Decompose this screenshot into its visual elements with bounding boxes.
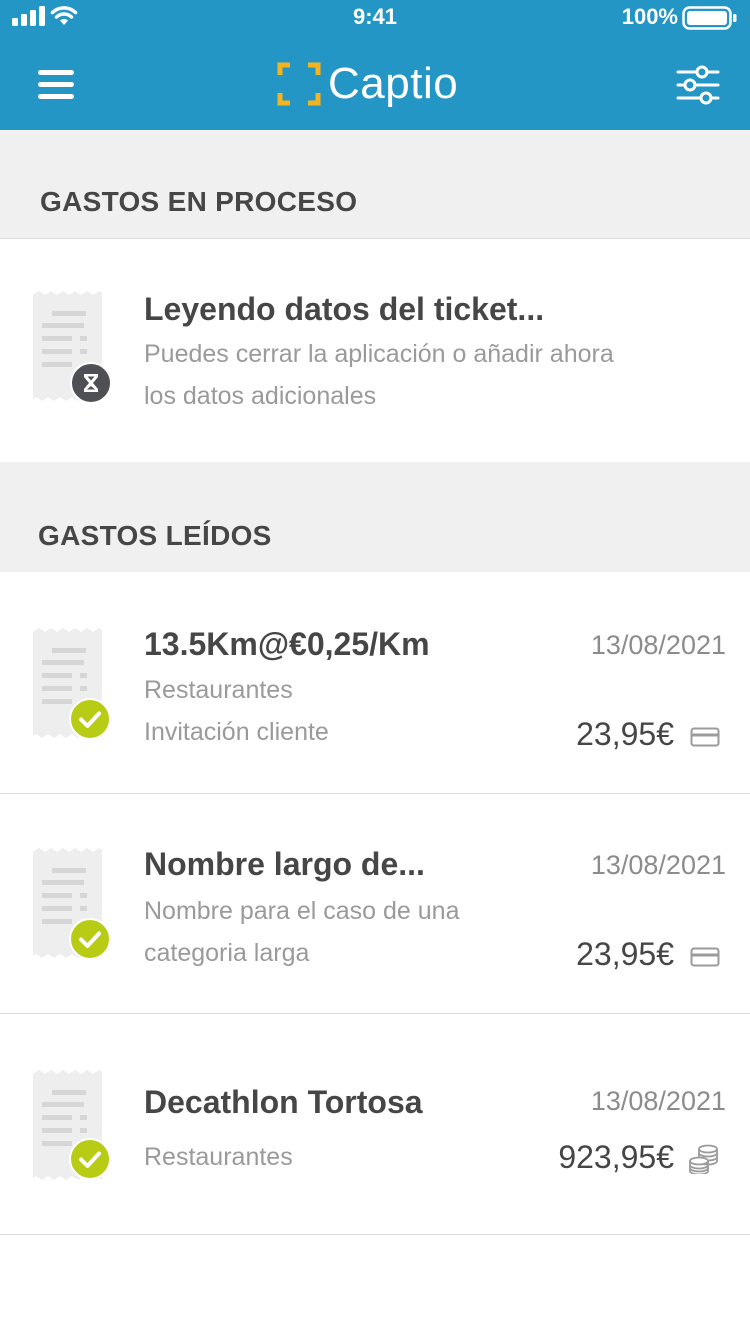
captio-logo-icon [277, 62, 321, 106]
item-description-line1: Puedes cerrar la aplicación o añadir aho… [144, 340, 614, 368]
expense-row[interactable]: 13.5Km@€0,25/Km Restaurantes Invitación … [0, 572, 750, 794]
item-date: 13/08/2021 [590, 630, 726, 660]
item-title: 13.5Km@€0,25/Km [144, 626, 430, 662]
item-category: Restaurantes [144, 676, 293, 704]
app-header: 9:41 100% Captio [0, 0, 750, 130]
app-name: Captio [328, 59, 459, 108]
check-icon [69, 698, 111, 740]
item-category-line1: Nombre para el caso de una [144, 897, 460, 925]
app-logo: Captio [276, 56, 458, 112]
hourglass-icon [70, 362, 112, 404]
item-date: 13/08/2021 [590, 1086, 726, 1116]
item-description-line2: los datos adicionales [144, 382, 377, 410]
item-amount: 23,95€ [576, 936, 674, 972]
item-date: 13/08/2021 [590, 850, 726, 880]
battery-percentage: 100% [621, 4, 678, 29]
card-icon [690, 947, 720, 967]
sliders-icon [676, 65, 720, 105]
list-item-processing[interactable]: Leyendo datos del ticket... Puedes cerra… [0, 239, 750, 462]
section-title: GASTOS EN PROCESO [40, 186, 358, 217]
filter-button[interactable] [672, 60, 724, 110]
item-category: Restaurantes [144, 1143, 293, 1171]
section-title: GASTOS LEÍDOS [38, 520, 272, 551]
status-bar: 9:41 100% [0, 0, 750, 34]
card-icon [690, 727, 720, 747]
hamburger-icon [38, 70, 74, 99]
expense-row[interactable]: Decathlon Tortosa Restaurantes 13/08/202… [0, 1014, 750, 1235]
item-title: Leyendo datos del ticket... [144, 291, 545, 327]
section-header-read: GASTOS LEÍDOS [0, 462, 750, 572]
battery-icon [682, 6, 737, 30]
section-header-in-process: GASTOS EN PROCESO [0, 130, 750, 239]
item-title: Decathlon Tortosa [144, 1084, 423, 1120]
item-title: Nombre largo de... [144, 846, 425, 882]
check-icon [69, 1138, 111, 1180]
item-amount: 923,95€ [558, 1139, 674, 1175]
cash-icon [689, 1144, 718, 1174]
item-note: Invitación cliente [144, 718, 329, 746]
check-icon [69, 918, 111, 960]
expense-row[interactable]: Nombre largo de... Nombre para el caso d… [0, 794, 750, 1014]
item-amount: 23,95€ [576, 716, 674, 752]
item-category-line2: categoria larga [144, 939, 310, 967]
menu-button[interactable] [30, 60, 82, 108]
